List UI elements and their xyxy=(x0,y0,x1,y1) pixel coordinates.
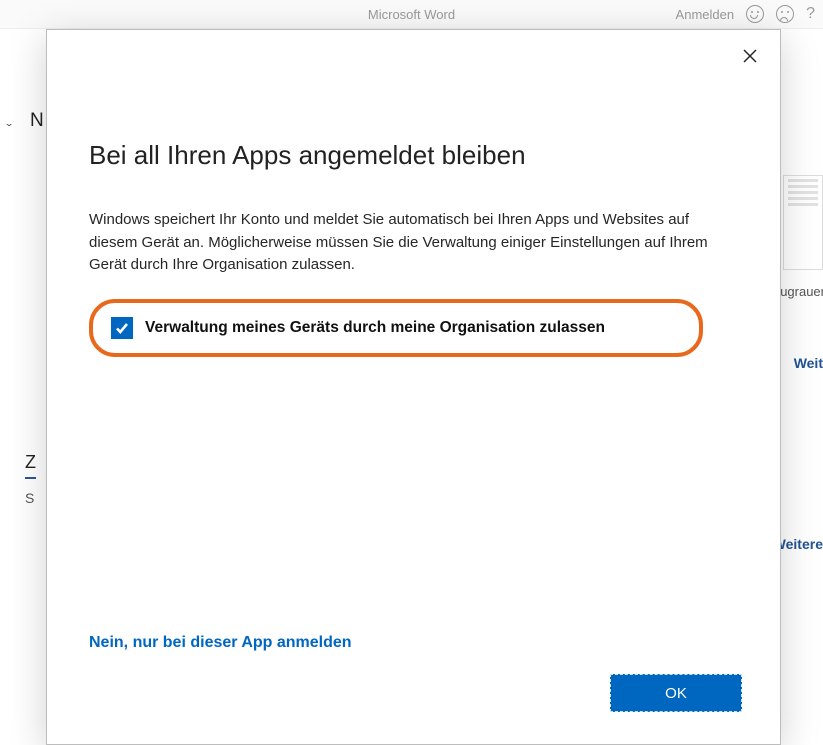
feedback-frown-icon[interactable] xyxy=(776,5,794,23)
allow-org-management-row[interactable]: Verwaltung meines Geräts durch meine Org… xyxy=(89,299,703,357)
only-this-app-link[interactable]: Nein, nur bei dieser App anmelden xyxy=(89,634,352,652)
allow-org-management-checkbox[interactable] xyxy=(111,317,133,339)
dialog-title: Bei all Ihren Apps angemeldet bleiben xyxy=(89,140,738,171)
app-title: Microsoft Word xyxy=(368,7,455,22)
template-thumbnail-label: ugrauer xyxy=(780,284,823,299)
close-icon xyxy=(743,49,757,63)
ok-button[interactable]: OK xyxy=(610,674,742,712)
template-thumbnail[interactable] xyxy=(783,175,823,270)
bg-letter-s: S xyxy=(25,490,34,506)
more-templates-link[interactable]: Weit xyxy=(794,355,823,371)
bg-letter-z: Z xyxy=(25,452,36,479)
checkmark-icon xyxy=(115,321,129,335)
feedback-smile-icon[interactable] xyxy=(746,5,764,23)
allow-org-management-label: Verwaltung meines Geräts durch meine Org… xyxy=(145,319,605,337)
sign-in-link[interactable]: Anmelden xyxy=(676,7,735,22)
chevron-down-icon[interactable]: ⌄ xyxy=(4,118,14,128)
help-icon[interactable]: ? xyxy=(806,5,815,23)
dialog-description: Windows speichert Ihr Konto und meldet S… xyxy=(89,209,709,277)
stay-signed-in-dialog: Bei all Ihren Apps angemeldet bleiben Wi… xyxy=(46,29,781,745)
bg-letter-n: N xyxy=(30,110,44,132)
close-button[interactable] xyxy=(738,44,762,68)
